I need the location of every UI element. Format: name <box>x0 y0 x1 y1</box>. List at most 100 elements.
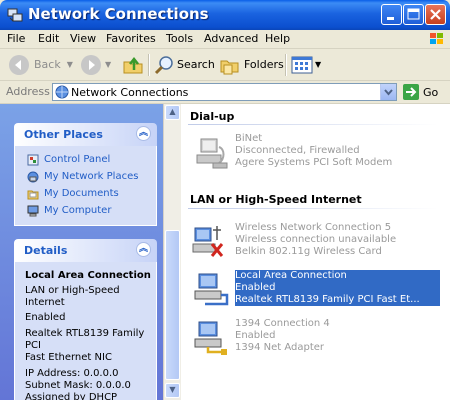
collapse-chevron-icon[interactable]: ︽ <box>136 126 151 141</box>
connection-device: Agere Systems PCI Soft Modem <box>235 157 393 168</box>
menu-tools[interactable]: Tools <box>166 32 193 45</box>
menu-file[interactable]: File <box>7 32 25 45</box>
toolbar: Back ▼ ▼ Search Folders ▼ <box>0 49 450 81</box>
computer-icon <box>27 205 39 216</box>
details-title: Details <box>24 244 68 257</box>
scroll-up-button[interactable]: ▲ <box>165 105 180 120</box>
toolbar-separator <box>285 54 287 76</box>
forward-arrow-icon <box>81 54 101 75</box>
menu-edit[interactable]: Edit <box>38 32 59 45</box>
connection-name: 1394 Connection 4 <box>235 318 330 329</box>
task-pane-scrollbar[interactable]: ▲ ▼ <box>163 104 181 400</box>
up-folder-icon <box>123 56 143 73</box>
views-button[interactable]: ▼ <box>290 52 321 77</box>
menu-view[interactable]: View <box>70 32 96 45</box>
go-arrow-icon <box>403 84 419 100</box>
close-icon <box>430 9 441 20</box>
group-divider <box>188 124 438 125</box>
address-value: Network Connections <box>71 86 189 99</box>
menu-advanced[interactable]: Advanced <box>204 32 258 45</box>
dialup-connection-icon <box>196 138 228 169</box>
lan-connection-icon <box>194 273 229 306</box>
up-folder-button[interactable] <box>122 52 144 77</box>
connection-text: 1394 Connection 4 Enabled 1394 Net Adapt… <box>235 318 440 354</box>
title-bar[interactable]: Network Connections <box>0 0 450 30</box>
connection-device: 1394 Net Adapter <box>235 342 325 353</box>
my-computer-link[interactable]: My Computer <box>15 202 156 219</box>
connection-name: BiNet <box>235 133 263 144</box>
maximize-button[interactable] <box>403 4 424 25</box>
address-dropdown-button[interactable] <box>380 84 396 100</box>
documents-folder-icon <box>27 190 39 199</box>
control-panel-link[interactable]: Control Panel <box>15 151 156 168</box>
details-assignment: Assigned by DHCP <box>25 392 118 400</box>
group-lan-title: LAN or High-Speed Internet <box>190 193 362 206</box>
collapse-chevron-icon[interactable]: ︽ <box>136 242 151 257</box>
folders-button[interactable]: Folders <box>219 52 284 77</box>
connection-item-wireless-5[interactable]: Wireless Network Connection 5 Wireless c… <box>191 222 440 264</box>
connection-name: Local Area Connection <box>235 270 347 281</box>
back-button[interactable]: Back ▼ <box>8 52 73 77</box>
control-panel-label: Control Panel <box>44 154 111 165</box>
my-network-places-label: My Network Places <box>44 171 139 182</box>
forward-button[interactable]: ▼ <box>80 52 111 77</box>
my-network-places-link[interactable]: My Network Places <box>15 168 156 185</box>
connection-item-1394[interactable]: 1394 Connection 4 Enabled 1394 Net Adapt… <box>191 318 440 360</box>
views-dropdown-icon[interactable]: ▼ <box>315 60 321 69</box>
details-panel: Details ︽ Local Area Connection LAN or H… <box>14 239 157 400</box>
connection-status: Wireless connection unavailable <box>235 234 397 245</box>
connection-status: Disconnected, Firewalled <box>235 145 360 156</box>
address-bar: Address Network Connections Go <box>0 81 450 104</box>
connection-device: Belkin 802.11g Wireless Card <box>235 246 382 257</box>
minimize-button[interactable] <box>381 4 402 25</box>
windows-flag-icon <box>430 33 443 44</box>
my-computer-label: My Computer <box>44 205 112 216</box>
details-connection-name: Local Area Connection <box>25 270 151 281</box>
other-places-title: Other Places <box>24 128 103 141</box>
go-label: Go <box>423 85 439 99</box>
network-connections-icon <box>7 8 23 22</box>
menu-help[interactable]: Help <box>265 32 290 45</box>
menu-bar: File Edit View Favorites Tools Advanced … <box>0 30 450 49</box>
task-pane: Other Places ︽ Control Panel My Network … <box>0 104 163 400</box>
minimize-icon <box>387 17 394 20</box>
folders-icon <box>220 60 239 74</box>
group-dialup-title: Dial-up <box>190 110 235 123</box>
search-button[interactable]: Search <box>153 52 215 77</box>
window-title: Network Connections <box>28 5 209 23</box>
details-subnet-mask: Subnet Mask: 0.0.0.0 <box>25 380 131 391</box>
details-body: Local Area Connection LAN or High-Speed … <box>14 262 157 400</box>
connection-name: Wireless Network Connection 5 <box>235 222 392 233</box>
go-button[interactable]: Go <box>403 84 438 100</box>
details-device: Realtek RTL8139 Family PCI <box>25 328 145 351</box>
firewire-connection-icon <box>194 321 227 355</box>
search-label: Search <box>177 58 215 71</box>
connections-list: Dial-up BiNet Disconnected, Firewalled A… <box>181 104 450 400</box>
network-places-icon <box>27 171 39 182</box>
menu-favorites[interactable]: Favorites <box>106 32 156 45</box>
windows-logo <box>408 30 446 48</box>
other-places-body: Control Panel My Network Places My Docum… <box>14 146 157 226</box>
my-documents-link[interactable]: My Documents <box>15 185 156 202</box>
details-header[interactable]: Details ︽ <box>14 239 157 262</box>
connection-item-binet[interactable]: BiNet Disconnected, Firewalled Agere Sys… <box>191 133 440 175</box>
close-button[interactable] <box>425 4 446 25</box>
details-device-cont: Fast Ethernet NIC <box>25 352 112 363</box>
maximize-icon <box>407 8 420 20</box>
connection-device: Realtek RTL8139 Family PCI Fast Et... <box>235 294 420 305</box>
other-places-header[interactable]: Other Places ︽ <box>14 123 157 146</box>
connection-item-local-area[interactable]: Local Area Connection Enabled Realtek RT… <box>191 270 440 312</box>
forward-dropdown-icon[interactable]: ▼ <box>105 60 111 69</box>
details-status: Enabled <box>25 312 66 323</box>
connection-text: BiNet Disconnected, Firewalled Agere Sys… <box>235 133 440 169</box>
my-documents-label: My Documents <box>44 188 119 199</box>
control-panel-icon <box>27 154 39 165</box>
connection-text: Wireless Network Connection 5 Wireless c… <box>235 222 440 258</box>
address-input[interactable]: Network Connections <box>52 83 397 101</box>
scroll-down-button[interactable]: ▼ <box>165 383 180 398</box>
scroll-thumb[interactable] <box>165 230 180 380</box>
back-dropdown-icon[interactable]: ▼ <box>67 60 73 69</box>
views-icon <box>291 56 313 73</box>
toolbar-separator <box>148 54 150 76</box>
details-ip-address: IP Address: 0.0.0.0 <box>25 368 119 379</box>
